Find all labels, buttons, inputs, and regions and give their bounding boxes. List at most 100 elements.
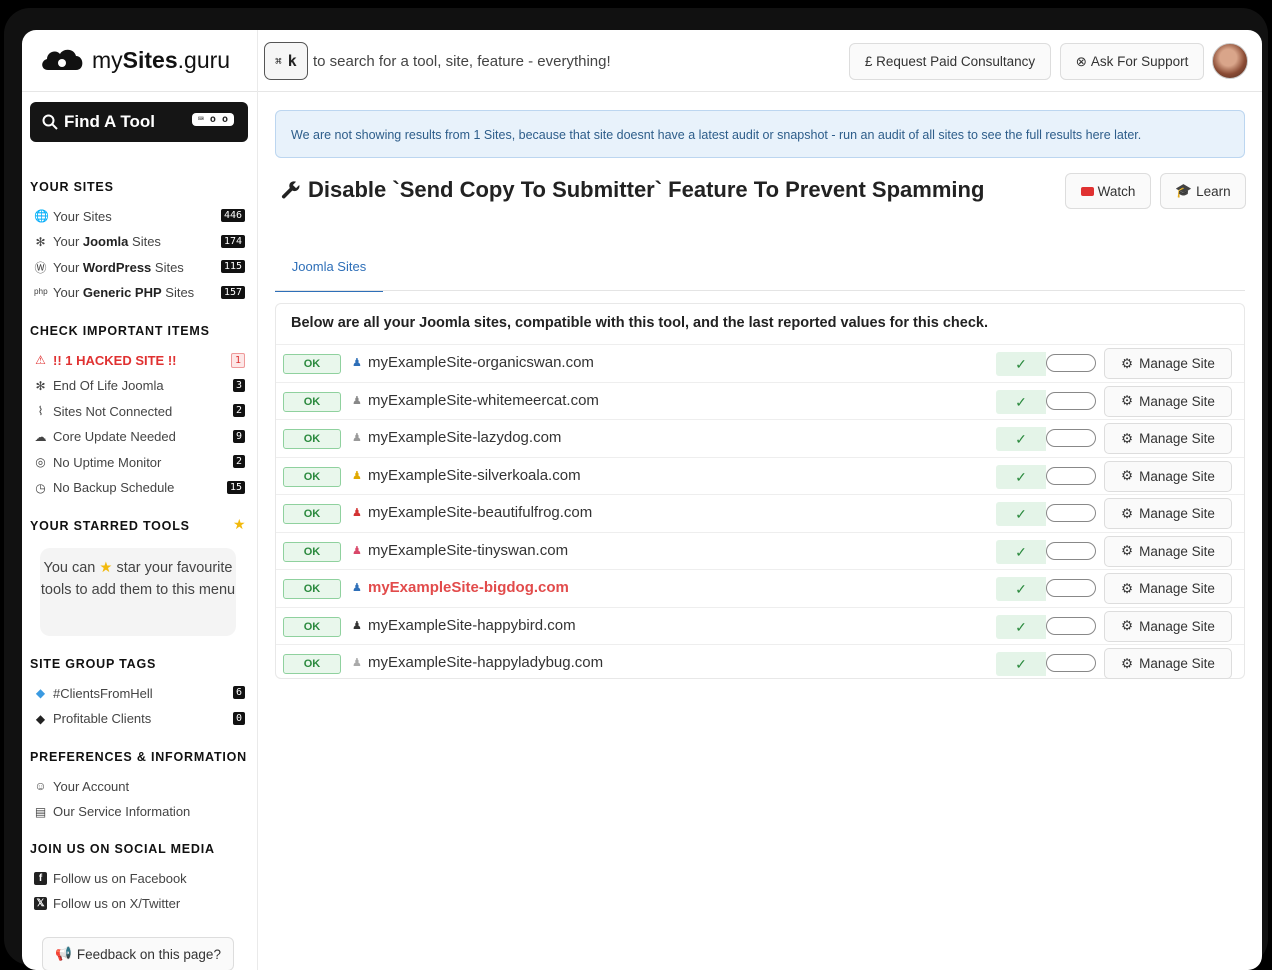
brand-suffix: .guru	[177, 46, 231, 73]
results-table: OK ♟ myExampleSite-organicswan.com ✓ ⚙ Manage…	[276, 344, 1244, 682]
feedback-button[interactable]: 📢 Feedback on this page?	[42, 937, 234, 970]
sidebar-item-your-sites-1[interactable]: ✻ Your Joomla Sites 174	[34, 232, 245, 252]
site-name-link[interactable]: myExampleSite-tinyswan.com	[368, 542, 568, 559]
sidebar-item-your-sites-2[interactable]: Ⓦ Your WordPress Sites 115	[34, 257, 245, 277]
sidebar-item-tag-1[interactable]: ◆ Profitable Clients 0	[34, 709, 245, 729]
sidebar-item-check-3[interactable]: ☁ Core Update Needed 9	[34, 427, 245, 447]
setting-toggle[interactable]	[1046, 391, 1096, 410]
sidebar-item-label: #ClientsFromHell	[53, 685, 153, 701]
brand-logo[interactable]: mySites.guru	[38, 44, 230, 76]
document-icon: ▤	[34, 804, 47, 819]
site-favicon-icon: ♟	[352, 432, 362, 444]
manage-site-icon: ⚙	[1121, 355, 1134, 371]
manage-site-button[interactable]: ⚙ Manage Site	[1104, 535, 1232, 567]
sidebar-item-check-4[interactable]: ◎ No Uptime Monitor 2	[34, 452, 245, 472]
label-suffix: Sites	[161, 285, 195, 300]
user-avatar[interactable]	[1212, 43, 1248, 79]
setting-toggle[interactable]	[1046, 354, 1096, 372]
manage-site-button[interactable]: ⚙ Manage Site	[1104, 460, 1232, 492]
watch-button[interactable]: Watch	[1065, 173, 1151, 209]
find-tool-shortcut: ⌨ o o	[191, 113, 234, 126]
site-favicon-icon: ♟	[352, 357, 362, 369]
sidebar-item-tag-0[interactable]: ◆ #ClientsFromHell 6	[34, 683, 245, 703]
sidebar-item-check-5[interactable]: ◷ No Backup Schedule 15	[34, 478, 245, 498]
count-badge: 2	[232, 404, 245, 417]
watch-label: Watch	[1097, 183, 1136, 199]
setting-toggle[interactable]	[1046, 466, 1096, 485]
count-badge: 1	[230, 353, 245, 368]
setting-toggle[interactable]	[1046, 654, 1096, 672]
setting-toggle[interactable]	[1046, 616, 1096, 635]
manage-site-button[interactable]: ⚙ Manage Site	[1104, 610, 1232, 642]
manage-site-button[interactable]: ⚙ Manage Site	[1104, 648, 1232, 679]
site-name-link[interactable]: myExampleSite-organicswan.com	[368, 354, 594, 371]
setting-toggle[interactable]	[1046, 429, 1096, 447]
table-row: OK ♟ myExampleSite-whitemeercat.com ✓ ⚙ Manag…	[276, 381, 1244, 420]
check-mark-icon: ✓	[996, 352, 1046, 376]
tab-joomla-sites[interactable]: Joomla Sites	[275, 252, 383, 292]
manage-site-button[interactable]: ⚙ Manage Site	[1104, 348, 1232, 379]
site-name-link[interactable]: myExampleSite-happyladybug.com	[368, 654, 603, 671]
search-hint[interactable]: to search for a tool, site, feature - ev…	[313, 53, 611, 70]
site-favicon-icon: ♟	[352, 507, 362, 519]
sidebar-item-your-sites-3[interactable]: ᵖʰᵖ Your Generic PHP Sites 157	[34, 283, 245, 303]
manage-site-button[interactable]: ⚙ Manage Site	[1104, 385, 1232, 417]
request-consultancy-button[interactable]: £ Request Paid Consultancy	[849, 43, 1051, 80]
sidebar-item-label: No Uptime Monitor	[53, 454, 162, 470]
manage-site-label: Manage Site	[1139, 581, 1215, 596]
manage-site-icon: ⚙	[1121, 580, 1134, 596]
manage-site-label: Manage Site	[1139, 356, 1215, 371]
sidebar-item-pref-0[interactable]: ☺ Your Account	[34, 776, 244, 796]
manage-site-icon: ⚙	[1121, 543, 1134, 558]
site-name-link[interactable]: myExampleSite-bigdog.com	[368, 579, 569, 596]
wordpress-icon: Ⓦ	[34, 260, 47, 275]
cloud-upload-icon: ☁	[34, 429, 47, 444]
sidebar-item-pref-1[interactable]: ▤ Our Service Information	[34, 802, 244, 822]
social-media-heading: JOIN US ON SOCIAL MEDIA	[30, 842, 215, 856]
manage-site-label: Manage Site	[1139, 656, 1215, 671]
hacked-icon: ⚠	[35, 353, 46, 367]
sidebar-item-label: Your Account	[53, 778, 130, 794]
status-ok-badge: OK	[283, 391, 341, 412]
wifi-off-icon: ⌇	[37, 404, 44, 418]
site-name-link[interactable]: myExampleSite-happybird.com	[368, 617, 576, 634]
count-badge: 446	[220, 209, 245, 222]
label-suffix: Sites	[128, 234, 161, 249]
manage-site-label: Manage Site	[1139, 618, 1215, 634]
check-mark-icon: ✓	[996, 502, 1046, 526]
site-favicon-icon: ♟	[352, 469, 362, 482]
site-name-link[interactable]: myExampleSite-silverkoala.com	[368, 467, 581, 484]
sidebar-item-your-sites-0[interactable]: 🌐 Your Sites 446	[34, 206, 245, 226]
brand-light: my	[92, 46, 123, 73]
site-name-link[interactable]: myExampleSite-lazydog.com	[368, 429, 561, 446]
status-ok-badge: OK	[283, 466, 341, 487]
sidebar-item-check-1[interactable]: ✻ End Of Life Joomla 3	[34, 376, 245, 396]
sidebar-item-social-1[interactable]: 𝕏 Follow us on X/Twitter	[34, 894, 244, 914]
setting-toggle[interactable]	[1046, 541, 1096, 560]
setting-toggle[interactable]	[1046, 579, 1096, 597]
manage-site-button[interactable]: ⚙ Manage Site	[1104, 423, 1232, 454]
ask-support-button[interactable]: ⊗ Ask For Support	[1060, 43, 1204, 80]
sidebar-item-check-0[interactable]: ⚠ !! 1 HACKED SITE !! 1	[34, 350, 245, 370]
sidebar-item-social-0[interactable]: f Follow us on Facebook	[34, 868, 244, 888]
site-name-link[interactable]: myExampleSite-whitemeercat.com	[368, 392, 599, 409]
manage-site-label: Manage Site	[1139, 506, 1215, 521]
your-sites-heading: YOUR SITES	[30, 180, 114, 194]
manage-site-button[interactable]: ⚙ Manage Site	[1104, 573, 1232, 604]
setting-toggle[interactable]	[1046, 504, 1096, 522]
consultancy-label: £ Request Paid Consultancy	[864, 54, 1036, 69]
find-a-tool-button[interactable]: Find A Tool ⌨ o o	[30, 102, 248, 142]
x-twitter-icon: 𝕏	[34, 897, 47, 910]
sidebar-item-label: Our Service Information	[53, 804, 191, 819]
command-k-shortcut[interactable]: ⌘ k	[264, 42, 308, 80]
cloud-logo-icon	[42, 49, 83, 70]
learn-label: Learn	[1196, 183, 1231, 199]
sidebar-item-check-2[interactable]: ⌇ Sites Not Connected 2	[34, 401, 245, 421]
target-icon: ◎	[35, 455, 46, 469]
learn-button[interactable]: 🎓 Learn	[1160, 173, 1246, 209]
manage-site-icon: ⚙	[1121, 393, 1134, 408]
status-ok-badge: OK	[283, 579, 341, 599]
table-row: OK ♟ myExampleSite-silverkoala.com ✓ ⚙ Manage…	[276, 456, 1244, 495]
site-name-link[interactable]: myExampleSite-beautifulfrog.com	[368, 504, 592, 521]
manage-site-button[interactable]: ⚙ Manage Site	[1104, 498, 1232, 529]
